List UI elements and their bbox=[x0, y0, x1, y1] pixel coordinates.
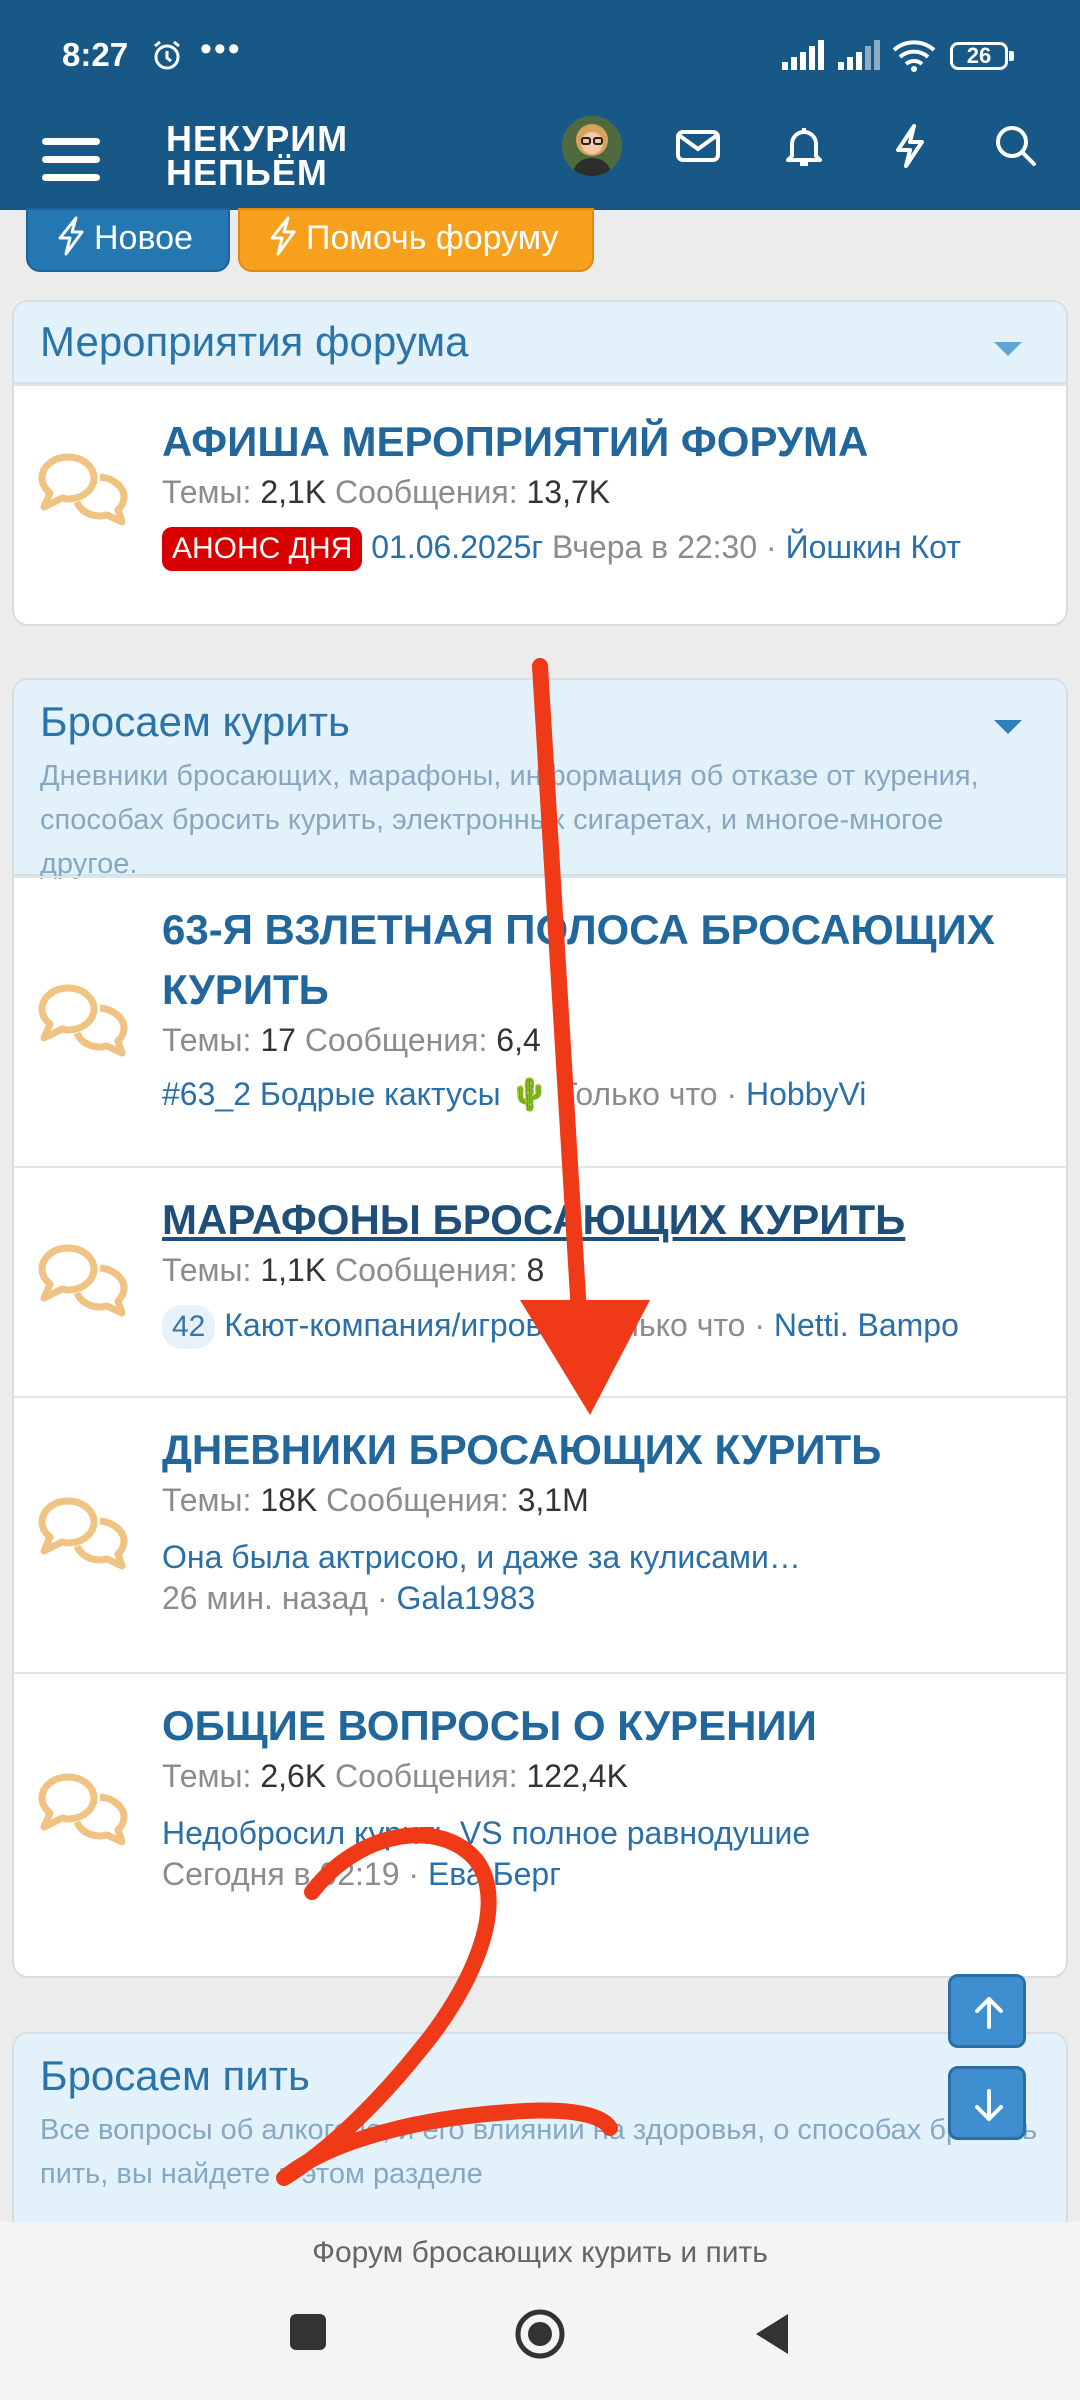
site-logo[interactable]: НЕКУРИМ НЕПЬЁМ bbox=[166, 121, 348, 191]
forum-bubbles-icon bbox=[38, 984, 128, 1057]
last-post-time: Только что bbox=[558, 1076, 718, 1112]
announcement-badge: АНОНС ДНЯ bbox=[162, 527, 363, 571]
node-stats: Темы: 2,6K Сообщения: 122,4K bbox=[162, 1758, 628, 1794]
collapse-icon[interactable] bbox=[994, 720, 1022, 734]
node-stats: Темы: 18K Сообщения: 3,1M bbox=[162, 1482, 589, 1518]
signal-icon bbox=[782, 40, 824, 70]
node-title[interactable]: ОБЩИЕ ВОПРОСЫ О КУРЕНИИ bbox=[162, 1696, 1046, 1756]
user-avatar[interactable] bbox=[562, 116, 622, 176]
last-post-time: Вчера в 22:30 bbox=[551, 529, 758, 565]
clock: 8:27 bbox=[62, 36, 129, 73]
lightning-icon bbox=[58, 216, 84, 256]
node-last-post: 42 Кают-компания/игровая Только что · Ne… bbox=[162, 1305, 1046, 1349]
status-bar: 8:27 ••• 26 bbox=[0, 0, 1080, 112]
last-post-user[interactable]: Gala1983 bbox=[397, 1580, 536, 1616]
forum-bubbles-icon bbox=[38, 1244, 128, 1317]
last-thread-link[interactable]: #63_2 Бодрые кактусы 🌵 bbox=[162, 1076, 549, 1112]
node-stats: Темы: 17 Сообщения: 6,4 bbox=[162, 1022, 541, 1058]
help-forum-button[interactable]: Помочь форуму bbox=[238, 208, 594, 272]
inbox-icon[interactable] bbox=[674, 122, 722, 170]
lightning-icon[interactable] bbox=[886, 122, 934, 170]
arrow-up-icon bbox=[975, 1997, 1003, 2029]
category-description: Дневники бросающих, марафоны, информация… bbox=[40, 760, 979, 880]
recents-icon[interactable] bbox=[288, 2312, 328, 2352]
category-title[interactable]: Бросаем пить bbox=[40, 2052, 1040, 2100]
last-post-time: 26 мин. назад bbox=[162, 1580, 369, 1616]
search-icon[interactable] bbox=[992, 122, 1040, 170]
last-post-user[interactable]: Ева Берг bbox=[428, 1856, 561, 1892]
last-post-time: Только что bbox=[586, 1307, 746, 1343]
node-last-post: #63_2 Бодрые кактусы 🌵 Только что · Hobb… bbox=[162, 1076, 867, 1112]
forum-node[interactable]: 63-Я ВЗЛЕТНАЯ ПОЛОСА БРОСАЮЩИХ КУРИТЬ Те… bbox=[14, 876, 1066, 1166]
scroll-top-button[interactable] bbox=[948, 1974, 1026, 2048]
node-last-post: Она была актрисою, и даже за кулисами… 2… bbox=[162, 1539, 1046, 1617]
new-posts-button[interactable]: Новое bbox=[26, 208, 230, 272]
last-thread-link[interactable]: Кают-компания/игровая bbox=[224, 1307, 577, 1343]
category-title[interactable]: Бросаем курить bbox=[40, 698, 1040, 746]
home-icon[interactable] bbox=[514, 2308, 566, 2360]
forum-node[interactable]: ДНЕВНИКИ БРОСАЮЩИХ КУРИТЬ Темы: 18K Сооб… bbox=[14, 1396, 1066, 1672]
forum-node[interactable]: АФИША МЕРОПРИЯТИЙ ФОРУМА Темы: 2,1K Сооб… bbox=[14, 384, 1066, 595]
node-last-post: Недобросил курить VS полное равнодушие С… bbox=[162, 1815, 1046, 1893]
forum-bubbles-icon bbox=[38, 1497, 128, 1570]
forum-bubbles-icon bbox=[38, 453, 128, 525]
wifi-icon bbox=[892, 40, 936, 72]
last-post-user[interactable]: HobbyVi bbox=[746, 1076, 866, 1112]
last-thread-link[interactable]: 01.06.2025г bbox=[371, 529, 543, 565]
page-footer-title: Форум бросающих курить и пить bbox=[312, 2236, 768, 2269]
collapse-icon[interactable] bbox=[994, 342, 1022, 356]
back-icon[interactable] bbox=[752, 2312, 792, 2356]
last-post-user[interactable]: Йошкин Кот bbox=[786, 529, 961, 565]
category-description: Все вопросы об алкоголе, и его влиянии н… bbox=[40, 2114, 1038, 2190]
battery-indicator: 26 bbox=[950, 42, 1014, 70]
signal-icon-2 bbox=[838, 40, 880, 70]
node-last-post: АНОНС ДНЯ 01.06.2025г Вчера в 22:30 · Йо… bbox=[162, 527, 1046, 571]
node-stats: Темы: 1,1K Сообщения: 8 bbox=[162, 1252, 545, 1288]
bell-icon[interactable] bbox=[780, 122, 828, 170]
last-thread-link[interactable]: Недобросил курить VS полное равнодушие bbox=[162, 1815, 1046, 1852]
menu-icon[interactable] bbox=[42, 130, 100, 188]
arrow-down-icon bbox=[975, 2089, 1003, 2121]
forum-node[interactable]: МАРАФОНЫ БРОСАЮЩИХ КУРИТЬ Темы: 1,1K Соо… bbox=[14, 1166, 1066, 1396]
unread-count-badge: 42 bbox=[162, 1305, 216, 1349]
alarm-icon bbox=[154, 40, 180, 70]
lightning-icon bbox=[270, 216, 296, 256]
category-quit-smoking: Бросаем курить Дневники бросающих, мараф… bbox=[12, 678, 1068, 1978]
category-events: Мероприятия форума АФИША МЕРОПРИЯТИЙ ФОР… bbox=[12, 300, 1068, 626]
forum-node[interactable]: ОБЩИЕ ВОПРОСЫ О КУРЕНИИ Темы: 2,6K Сообщ… bbox=[14, 1672, 1066, 1948]
last-post-user[interactable]: Netti. Bampo bbox=[774, 1307, 959, 1343]
node-title[interactable]: ДНЕВНИКИ БРОСАЮЩИХ КУРИТЬ bbox=[162, 1420, 1046, 1480]
node-title[interactable]: 63-Я ВЗЛЕТНАЯ ПОЛОСА БРОСАЮЩИХ КУРИТЬ bbox=[162, 900, 1046, 1020]
category-header[interactable]: Мероприятия форума bbox=[14, 302, 1066, 384]
more-notifications-icon: ••• bbox=[200, 30, 242, 68]
last-post-time: Сегодня в 02:19 bbox=[162, 1856, 400, 1892]
node-title[interactable]: АФИША МЕРОПРИЯТИЙ ФОРУМА bbox=[162, 412, 1046, 472]
category-title[interactable]: Мероприятия форума bbox=[40, 318, 1040, 366]
last-thread-link[interactable]: Она была актрисою, и даже за кулисами… bbox=[162, 1539, 1046, 1576]
scroll-bottom-button[interactable] bbox=[948, 2066, 1026, 2140]
top-navigation: НЕКУРИМ НЕПЬЁМ bbox=[0, 112, 1080, 210]
node-title[interactable]: МАРАФОНЫ БРОСАЮЩИХ КУРИТЬ bbox=[162, 1190, 1046, 1250]
browser-footer: Форум бросающих курить и пить bbox=[0, 2222, 1080, 2400]
node-stats: Темы: 2,1K Сообщения: 13,7K bbox=[162, 474, 611, 510]
category-header[interactable]: Бросаем курить Дневники бросающих, мараф… bbox=[14, 680, 1066, 880]
forum-bubbles-icon bbox=[38, 1773, 128, 1846]
